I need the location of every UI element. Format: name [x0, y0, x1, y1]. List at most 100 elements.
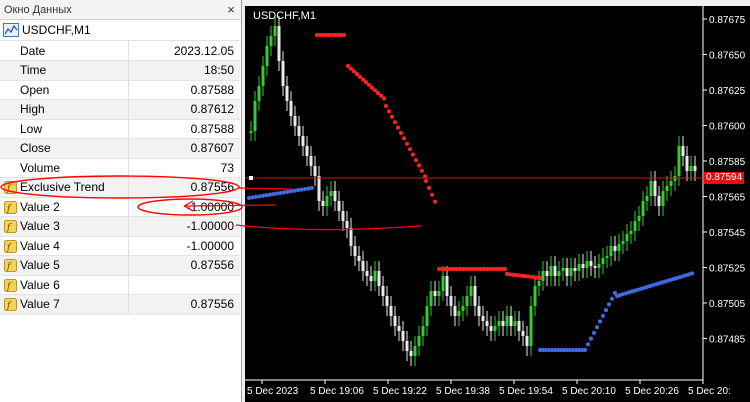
candle-body — [429, 291, 433, 306]
row-label: f Exclusive Trend — [0, 177, 129, 198]
row-label: High — [0, 99, 129, 120]
time-tick-label: 5 Dec 19:38 — [436, 386, 490, 397]
price-tick-label: 0.87505 — [709, 299, 746, 310]
candle-body — [417, 336, 421, 346]
candle-body — [513, 321, 517, 326]
trend-dot-blue — [271, 191, 276, 197]
candle-body — [605, 256, 609, 258]
data-row: Volume 73 — [0, 158, 240, 178]
trend-dot-red — [381, 96, 387, 101]
candle-body — [333, 191, 337, 201]
candle-body — [413, 346, 417, 356]
row-value: 0.87556 — [128, 177, 240, 198]
price-chart[interactable]: 0.87675 0.87650 0.87625 0.87600 0.87585 0.875… — [245, 6, 750, 402]
candle-body — [549, 266, 553, 276]
trend-dot-red — [502, 266, 508, 272]
close-icon[interactable]: × — [223, 2, 239, 18]
row-label-text: Volume — [20, 160, 61, 175]
candle-body — [529, 306, 533, 346]
candle-body — [425, 306, 429, 326]
trend-dot-red — [386, 109, 392, 114]
trend-dot-red — [341, 32, 347, 38]
time-tick-label: 5 Dec 20: — [688, 386, 731, 397]
row-label: Time — [0, 60, 129, 81]
candle-body — [253, 101, 257, 131]
symbol-label: USDCHF,M1 — [22, 23, 91, 37]
row-label: f Value 7 — [0, 294, 129, 315]
candle-body — [461, 306, 465, 311]
candle-body — [289, 101, 293, 116]
candle-body — [365, 271, 369, 276]
candle-body — [489, 326, 493, 331]
candle-body — [373, 271, 377, 281]
trend-dot-red — [429, 192, 435, 197]
price-tick-label: 0.87545 — [709, 228, 746, 239]
row-value: 0.87612 — [128, 99, 240, 120]
candle-body — [345, 221, 349, 228]
candle-body — [325, 196, 329, 206]
candle-body — [553, 266, 557, 276]
candle-body — [257, 86, 261, 101]
candle-body — [541, 271, 545, 281]
trend-dot-blue — [278, 190, 283, 196]
chart-icon — [3, 23, 19, 37]
trend-dot-red — [410, 152, 416, 157]
trend-dot-red — [404, 141, 410, 146]
trend-dot-red — [413, 157, 419, 163]
candle-body — [545, 271, 549, 276]
trend-dot-red — [401, 136, 407, 141]
indicator-row: f Value 4 -1.00000 — [0, 236, 240, 256]
data-row: Time 18:50 — [0, 60, 240, 81]
trend-dot-blue — [588, 336, 594, 341]
data-window-title: Окно Данных — [4, 3, 72, 16]
row-label: f Value 4 — [0, 236, 129, 256]
trend-dot-blue — [250, 195, 255, 200]
candle-body — [681, 146, 685, 156]
trend-dot-blue — [288, 189, 294, 194]
trend-dot-blue — [309, 185, 315, 191]
trend-dot-blue — [281, 190, 287, 195]
candle-body — [509, 316, 513, 326]
candle-body — [469, 286, 473, 296]
candle-body — [313, 166, 317, 176]
candle-body — [637, 216, 641, 221]
candle-body — [653, 181, 657, 196]
time-tick-label: 5 Dec 20:26 — [625, 386, 679, 397]
row-label-text: Value 3 — [20, 219, 60, 234]
candle-body — [485, 321, 489, 326]
candle-body — [533, 286, 537, 306]
trend-dot-blue — [267, 192, 273, 197]
row-label-text: High — [20, 102, 45, 117]
trend-dot-blue — [285, 189, 290, 194]
row-label-text: Close — [20, 141, 51, 156]
trend-dot-blue — [591, 330, 597, 335]
current-price-tag: 0.87594 — [704, 172, 744, 184]
indicator-row: f Value 6 — [0, 275, 240, 295]
price-tick-label: 0.87565 — [709, 193, 746, 204]
trend-dot-blue — [257, 194, 262, 199]
data-row: Date 2023.12.05 — [0, 41, 240, 61]
trend-dot-blue — [603, 308, 609, 313]
price-tick-label: 0.87675 — [709, 15, 746, 26]
candle-body — [457, 311, 461, 316]
candle-body — [281, 61, 285, 86]
candle-body — [349, 228, 353, 246]
price-tick-label: 0.87525 — [709, 264, 746, 275]
candle-body — [593, 266, 597, 268]
row-label-text: Date — [20, 43, 46, 58]
candle-body — [693, 166, 697, 171]
row-label-text: Value 4 — [20, 238, 60, 253]
trend-dot-blue — [292, 188, 297, 193]
trend-dot-blue — [274, 191, 280, 196]
trend-dot-red — [537, 275, 543, 281]
trend-dot-blue — [264, 193, 269, 198]
candle-body — [249, 131, 253, 133]
trend-dot-red — [423, 178, 429, 184]
candle-body — [361, 261, 365, 271]
trend-dot-red — [419, 168, 425, 173]
chart-area[interactable]: 0.87675 0.87650 0.87625 0.87600 0.87585 0.875… — [245, 6, 750, 402]
function-icon: f — [4, 181, 17, 194]
chart-symbol-label: USDCHF,M1 — [253, 10, 316, 22]
indicator-row: f Value 5 0.87556 — [0, 255, 240, 276]
trend-dot-red — [416, 163, 422, 168]
